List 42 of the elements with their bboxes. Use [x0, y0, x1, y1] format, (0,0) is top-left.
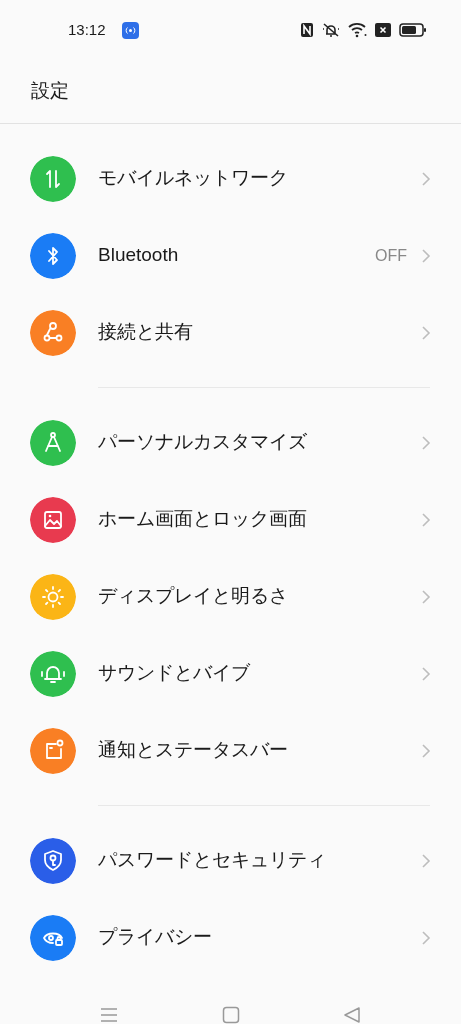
chevron-icon	[421, 852, 431, 869]
hotspot-icon	[121, 21, 139, 39]
item-label: サウンドとバイブ	[98, 661, 250, 686]
settings-item[interactable]: サウンドとバイブ	[0, 635, 461, 712]
settings-item[interactable]: プライバシー	[0, 899, 461, 976]
chevron-icon	[421, 665, 431, 682]
settings-item[interactable]: パスワードとセキュリティ	[0, 822, 461, 899]
chevron-icon	[421, 742, 431, 759]
item-label: 接続と共有	[98, 320, 193, 345]
page-title: 設定	[31, 79, 69, 104]
item-value: OFF	[375, 245, 407, 266]
item-label: プライバシー	[98, 925, 212, 950]
settings-item[interactable]: ディスプレイと明るさ	[0, 558, 461, 635]
item-label: ホーム画面とロック画面	[98, 507, 307, 532]
item-label: パーソナルカスタマイズ	[98, 430, 307, 455]
wifi-icon	[348, 22, 367, 38]
chevron-icon	[421, 247, 431, 264]
muted-bell-icon	[322, 22, 340, 38]
home-icon[interactable]	[221, 1006, 240, 1024]
item-label: パスワードとセキュリティ	[98, 848, 326, 873]
clock: 13:12	[68, 19, 106, 40]
settings-item[interactable]: ホーム画面とロック画面	[0, 481, 461, 558]
menu-icon[interactable]	[100, 1007, 118, 1023]
back-icon[interactable]	[343, 1006, 361, 1024]
settings-item[interactable]: 接続と共有	[0, 294, 461, 371]
chevron-icon	[421, 324, 431, 341]
chevron-icon	[421, 511, 431, 528]
chevron-icon	[421, 434, 431, 451]
settings-item[interactable]: Bluetooth OFF	[0, 217, 461, 294]
item-label: ディスプレイと明るさ	[98, 584, 288, 609]
chevron-icon	[421, 588, 431, 605]
nfc-icon	[300, 22, 314, 38]
item-label: 通知とステータスバー	[98, 738, 288, 763]
chevron-icon	[421, 170, 431, 187]
chevron-icon	[421, 929, 431, 946]
battery-icon	[399, 23, 427, 37]
settings-item[interactable]: 通知とステータスバー	[0, 712, 461, 789]
item-label: Bluetooth	[98, 243, 179, 268]
no-sim-icon	[375, 23, 391, 37]
item-label: モバイルネットワーク	[98, 166, 288, 191]
settings-item[interactable]: パーソナルカスタマイズ	[0, 404, 461, 481]
settings-item[interactable]: モバイルネットワーク	[0, 140, 461, 217]
